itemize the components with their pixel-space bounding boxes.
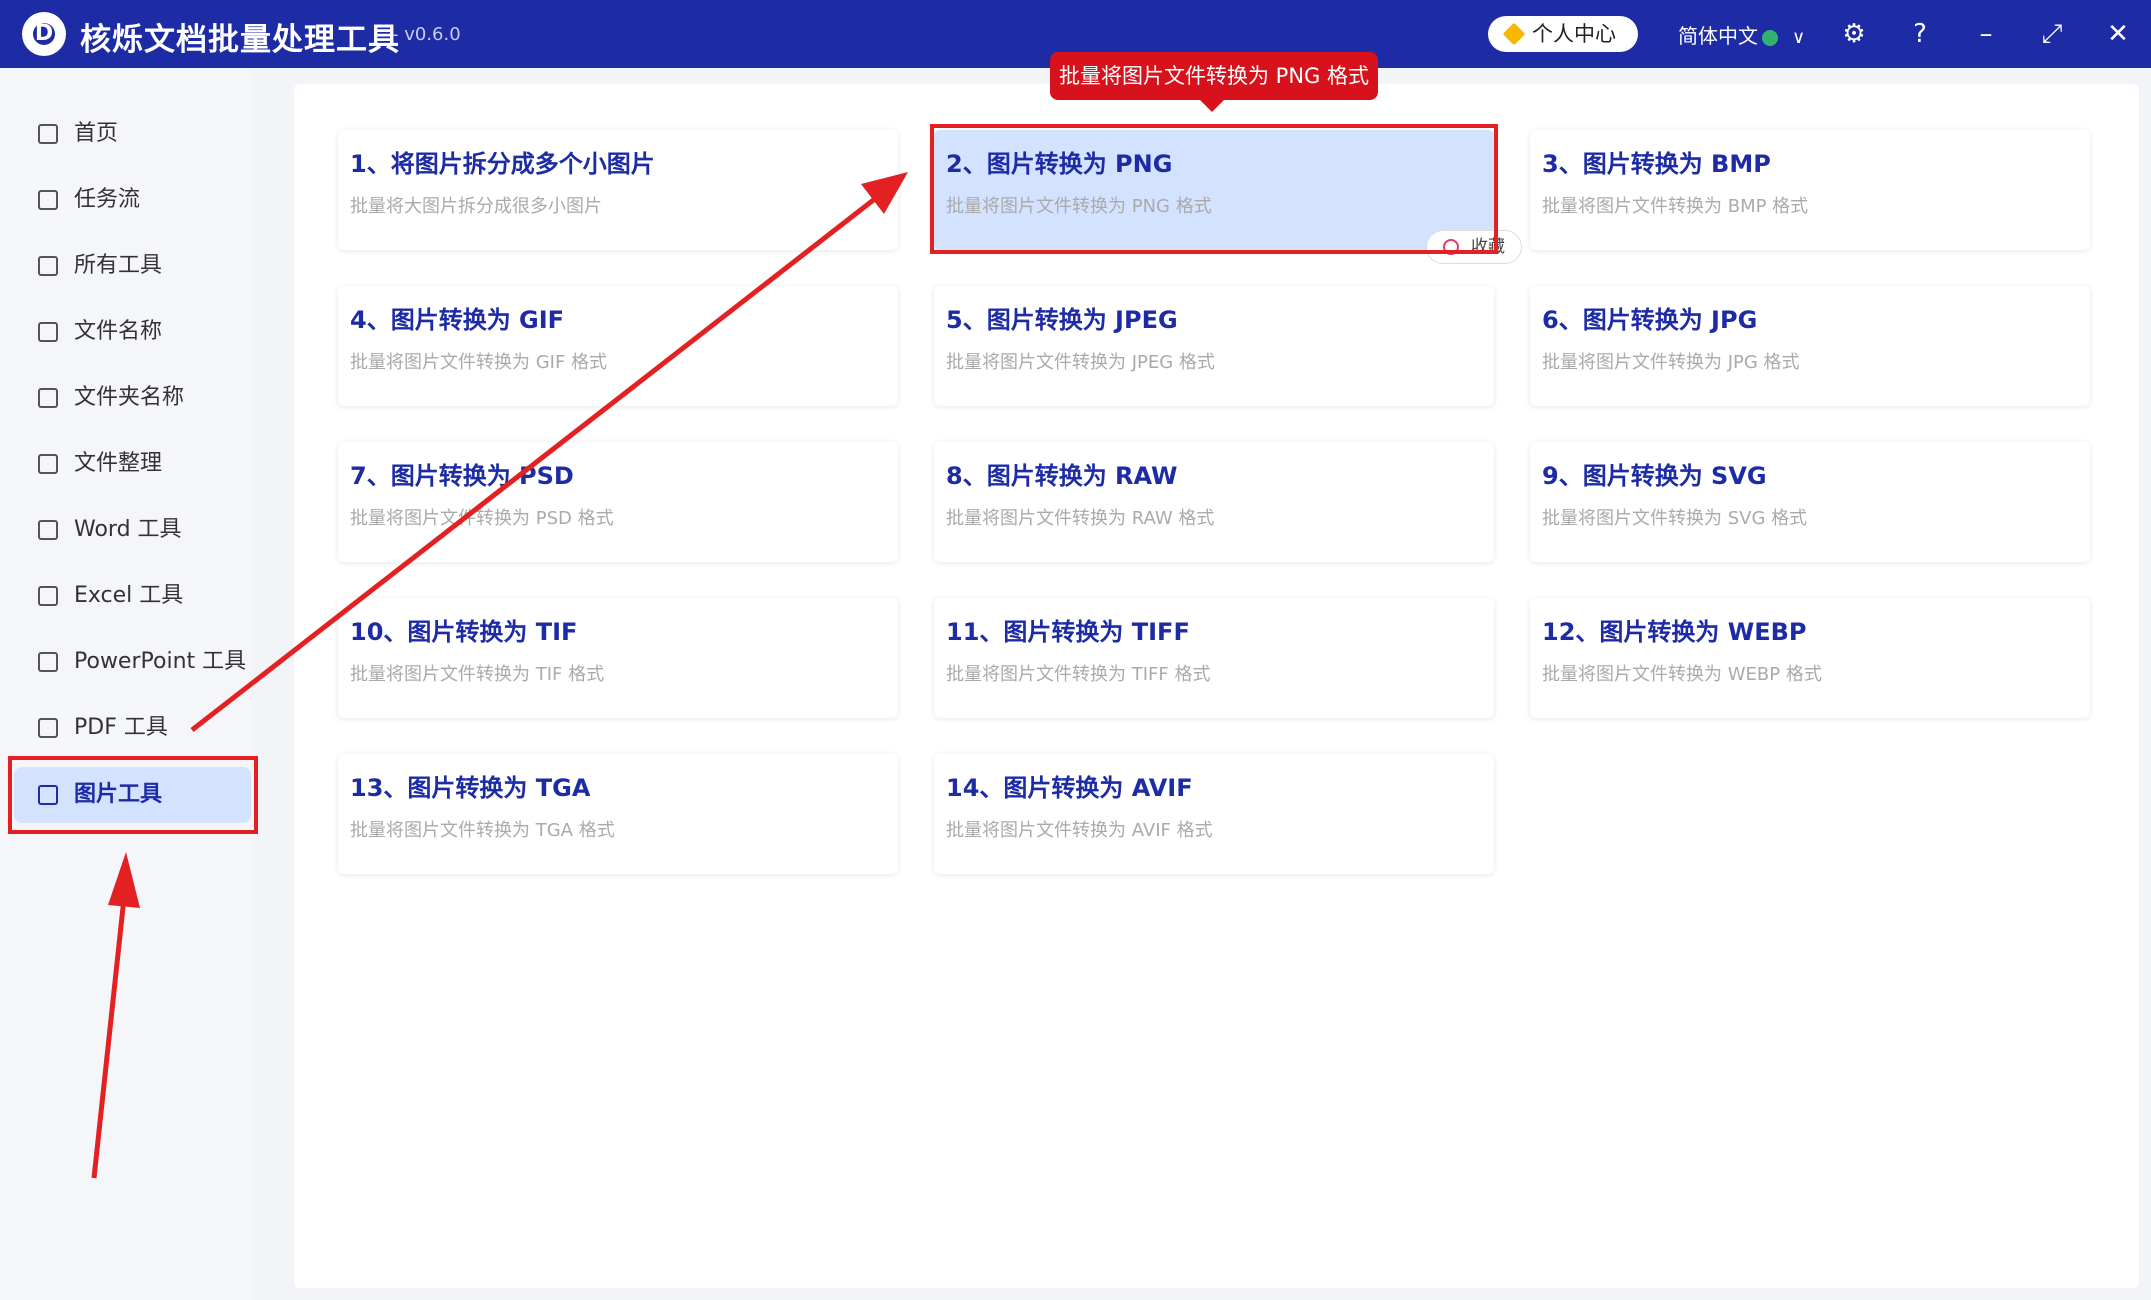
tool-card-desc: 批量将图片文件转换为 JPG 格式 [1542, 352, 1800, 373]
tool-card-to-gif[interactable]: 4、图片转换为 GIF 批量将图片文件转换为 GIF 格式 [338, 286, 898, 406]
language-selector[interactable]: 简体中文 ∨ [1678, 20, 1805, 49]
sidebar-item-pdf[interactable]: PDF 工具 [14, 700, 254, 756]
tool-card-title: 8、图片转换为 RAW [946, 462, 1178, 490]
tool-card-title: 5、图片转换为 JPEG [946, 306, 1178, 334]
tool-card-to-svg[interactable]: 9、图片转换为 SVG 批量将图片文件转换为 SVG 格式 [1530, 442, 2090, 562]
tool-card-desc: 批量将图片文件转换为 PSD 格式 [350, 508, 614, 529]
tooltip: 批量将图片文件转换为 PNG 格式 [1050, 52, 1378, 112]
tool-card-title: 13、图片转换为 TGA [350, 774, 591, 802]
tool-card-desc: 批量将图片文件转换为 TIFF 格式 [946, 664, 1211, 685]
sidebar: 首页 任务流 所有工具 文件名称 文件夹名称 文件整理 Word 工具 Exce… [0, 68, 251, 1300]
tool-card-title: 7、图片转换为 PSD [350, 462, 574, 490]
tool-card-to-tga[interactable]: 13、图片转换为 TGA 批量将图片文件转换为 TGA 格式 [338, 754, 898, 874]
tool-card-to-avif[interactable]: 14、图片转换为 AVIF 批量将图片文件转换为 AVIF 格式 [934, 754, 1494, 874]
sidebar-item-word[interactable]: Word 工具 [14, 502, 254, 558]
tool-card-split-image[interactable]: 1、将图片拆分成多个小图片 批量将大图片拆分成很多小图片 [338, 130, 898, 250]
sidebar-item-folder-name[interactable]: 文件夹名称 [14, 370, 254, 426]
folder-icon [38, 388, 58, 408]
highlight-box-image-tools [8, 756, 258, 834]
maximize-icon[interactable]: ⤢ [2032, 14, 2072, 54]
tool-card-title: 6、图片转换为 JPG [1542, 306, 1758, 334]
diamond-icon [1502, 22, 1526, 46]
excel-icon [38, 586, 58, 606]
tool-card-title: 9、图片转换为 SVG [1542, 462, 1767, 490]
file-name-icon [38, 322, 58, 342]
tool-card-title: 10、图片转换为 TIF [350, 618, 578, 646]
sidebar-item-file-organize[interactable]: 文件整理 [14, 436, 254, 492]
help-icon[interactable]: ? [1900, 14, 1940, 54]
tool-card-title: 4、图片转换为 GIF [350, 306, 565, 334]
tool-card-to-tif[interactable]: 10、图片转换为 TIF 批量将图片文件转换为 TIF 格式 [338, 598, 898, 718]
tool-card-desc: 批量将图片文件转换为 SVG 格式 [1542, 508, 1808, 529]
tool-card-desc: 批量将图片文件转换为 TGA 格式 [350, 820, 615, 841]
workflow-icon [38, 190, 58, 210]
tool-card-desc: 批量将图片文件转换为 AVIF 格式 [946, 820, 1213, 841]
tool-card-desc: 批量将图片文件转换为 JPEG 格式 [946, 352, 1215, 373]
settings-icon[interactable]: ⚙ [1834, 14, 1874, 54]
tool-card-desc: 批量将图片文件转换为 GIF 格式 [350, 352, 608, 373]
user-center-button[interactable]: 个人中心 [1488, 16, 1638, 52]
app-version: - v0.6.0 [392, 24, 461, 45]
tool-card-title: 11、图片转换为 TIFF [946, 618, 1190, 646]
pdf-icon [38, 718, 58, 738]
home-icon [38, 124, 58, 144]
tool-card-desc: 批量将大图片拆分成很多小图片 [350, 196, 602, 217]
app-title: 核烁文档批量处理工具 [80, 22, 400, 58]
monitor-icon [38, 256, 58, 276]
organize-icon [38, 454, 58, 474]
sidebar-item-powerpoint[interactable]: PowerPoint 工具 [14, 634, 254, 690]
sidebar-item-file-name[interactable]: 文件名称 [14, 304, 254, 360]
tool-card-title: 3、图片转换为 BMP [1542, 150, 1771, 178]
sidebar-item-excel[interactable]: Excel 工具 [14, 568, 254, 624]
tool-card-desc: 批量将图片文件转换为 BMP 格式 [1542, 196, 1809, 217]
sidebar-item-workflow[interactable]: 任务流 [14, 172, 254, 228]
tool-card-to-bmp[interactable]: 3、图片转换为 BMP 批量将图片文件转换为 BMP 格式 [1530, 130, 2090, 250]
tool-card-desc: 批量将图片文件转换为 TIF 格式 [350, 664, 605, 685]
tool-card-to-raw[interactable]: 8、图片转换为 RAW 批量将图片文件转换为 RAW 格式 [934, 442, 1494, 562]
tool-card-to-webp[interactable]: 12、图片转换为 WEBP 批量将图片文件转换为 WEBP 格式 [1530, 598, 2090, 718]
tool-card-desc: 批量将图片文件转换为 WEBP 格式 [1542, 664, 1822, 685]
tool-card-to-jpeg[interactable]: 5、图片转换为 JPEG 批量将图片文件转换为 JPEG 格式 [934, 286, 1494, 406]
sidebar-item-all-tools[interactable]: 所有工具 [14, 238, 254, 294]
sidebar-item-home[interactable]: 首页 [14, 106, 254, 162]
tool-card-to-psd[interactable]: 7、图片转换为 PSD 批量将图片文件转换为 PSD 格式 [338, 442, 898, 562]
tool-card-title: 12、图片转换为 WEBP [1542, 618, 1807, 646]
powerpoint-icon [38, 652, 58, 672]
app-logo-icon: D [22, 12, 66, 56]
tool-card-to-tiff[interactable]: 11、图片转换为 TIFF 批量将图片文件转换为 TIFF 格式 [934, 598, 1494, 718]
word-icon [38, 520, 58, 540]
globe-icon [1762, 29, 1778, 46]
chevron-down-icon: ∨ [1792, 27, 1806, 48]
minimize-icon[interactable]: – [1966, 14, 2006, 54]
close-icon[interactable]: ✕ [2098, 14, 2138, 54]
tool-card-title: 1、将图片拆分成多个小图片 [350, 150, 655, 178]
tool-card-to-jpg[interactable]: 6、图片转换为 JPG 批量将图片文件转换为 JPG 格式 [1530, 286, 2090, 406]
tool-card-desc: 批量将图片文件转换为 RAW 格式 [946, 508, 1215, 529]
tool-card-title: 14、图片转换为 AVIF [946, 774, 1193, 802]
highlight-box-png-card [930, 124, 1498, 254]
